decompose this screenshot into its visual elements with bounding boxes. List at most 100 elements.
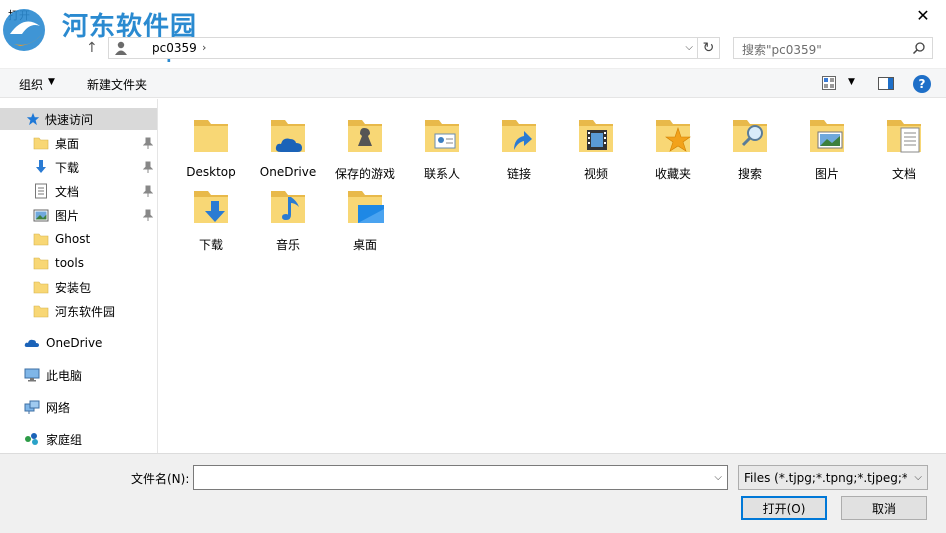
search-icon[interactable] <box>912 41 926 55</box>
nav-folder-item[interactable]: 河东软件园 <box>33 300 157 322</box>
folder-icon <box>33 281 49 294</box>
chevron-down-icon[interactable]: ⌵ <box>914 472 922 483</box>
nav-homegroup-label: 家庭组 <box>46 432 83 447</box>
nav-folder-label: 河东软件园 <box>55 304 116 319</box>
filetype-select[interactable]: Files (*.tjpg;*.tpng;*.tjpeg;*.tiff) ⌵ <box>738 465 928 490</box>
folder-icon <box>33 257 49 270</box>
nav-folder-item[interactable]: 安装包 <box>33 276 157 298</box>
document-icon <box>35 183 47 199</box>
folder-item-label: 图片 <box>814 167 839 181</box>
command-toolbar: 组织 ▼ 新建文件夹 ▼ ? <box>0 68 946 98</box>
search-box[interactable]: 搜索"pc0359" <box>733 37 933 59</box>
folder-item[interactable]: 音乐 <box>252 179 324 252</box>
links-folder-icon <box>502 120 536 152</box>
nav-pinned-item[interactable]: 文档 <box>33 180 157 202</box>
nav-quick-access[interactable]: 快速访问 <box>0 108 157 130</box>
nav-homegroup[interactable]: 家庭组 <box>24 428 157 450</box>
saved-games-folder-icon <box>348 120 382 152</box>
picture-icon <box>33 209 49 222</box>
onedrive-cloud-icon <box>24 339 39 347</box>
file-dialog-footer: 文件名(N): ⌵ Files (*.tjpg;*.tpng;*.tjpeg;*… <box>0 453 946 533</box>
folder-item[interactable]: 下载 <box>175 179 247 252</box>
network-icon <box>24 400 40 414</box>
close-button[interactable]: ✕ <box>900 0 946 30</box>
folder-item[interactable]: OneDrive <box>252 108 324 180</box>
folder-item[interactable]: 搜索 <box>714 108 786 181</box>
organize-dropdown-icon[interactable]: ▼ <box>48 77 55 87</box>
nav-network-label: 网络 <box>46 400 71 415</box>
folder-item[interactable]: 图片 <box>791 108 863 181</box>
folder-item[interactable]: 保存的游戏 <box>329 108 401 181</box>
folder-item[interactable]: 联系人 <box>406 108 478 181</box>
nav-folder-label: 安装包 <box>55 280 92 295</box>
pin-icon[interactable] <box>143 209 153 221</box>
nav-pinned-label: 下载 <box>55 160 80 175</box>
folder-icon <box>33 137 49 150</box>
address-path[interactable]: pc0359 <box>152 41 197 55</box>
desktop-folder-icon <box>348 191 384 223</box>
folder-item-label: 链接 <box>506 167 531 181</box>
view-dropdown-icon[interactable]: ▼ <box>848 77 855 87</box>
pin-icon[interactable] <box>143 185 153 197</box>
folder-item-label: 下载 <box>198 238 223 252</box>
nav-pinned-item[interactable]: 图片 <box>33 204 157 226</box>
search-input[interactable]: 搜索"pc0359" <box>742 41 822 58</box>
nav-onedrive-label: OneDrive <box>46 336 103 350</box>
computer-icon <box>24 368 40 382</box>
nav-network[interactable]: 网络 <box>24 396 157 418</box>
nav-pinned-item[interactable]: 桌面 <box>33 132 157 154</box>
preview-pane-icon[interactable] <box>878 77 894 90</box>
filename-input[interactable]: ⌵ <box>193 465 728 490</box>
nav-this-pc-label: 此电脑 <box>46 368 83 383</box>
folder-icon <box>33 305 49 318</box>
file-list: Desktop OneDrive 保存的游戏 联系人 链接 视频 收藏夹 搜索 … <box>159 99 946 453</box>
nav-folder-item[interactable]: Ghost <box>33 228 157 250</box>
nav-pinned-label: 图片 <box>55 208 80 223</box>
folder-item[interactable]: 文档 <box>868 108 940 181</box>
nav-this-pc[interactable]: 此电脑 <box>24 364 157 386</box>
chevron-down-icon[interactable]: ⌵ <box>685 42 693 53</box>
onedrive-folder-icon <box>271 120 305 152</box>
music-folder-icon <box>271 191 305 223</box>
folder-item-label: 搜索 <box>737 167 762 181</box>
folder-item-label: Desktop <box>186 165 236 179</box>
folder-item-label: 文档 <box>891 167 916 181</box>
refresh-icon[interactable]: ↻ <box>698 37 720 59</box>
pin-icon[interactable] <box>143 137 153 149</box>
filetype-value[interactable]: Files (*.tjpg;*.tpng;*.tjpeg;*.tiff) <box>744 471 907 485</box>
help-icon[interactable]: ? <box>913 75 931 93</box>
pin-icon[interactable] <box>143 161 153 173</box>
watermark-logo <box>3 9 45 51</box>
new-folder-button[interactable]: 新建文件夹 <box>87 76 147 93</box>
search-folder-icon <box>733 120 767 152</box>
cancel-button[interactable]: 取消 <box>841 496 927 520</box>
star-icon <box>26 112 40 126</box>
folder-item[interactable]: 链接 <box>483 108 555 181</box>
address-bar[interactable]: pc0359 › ⌵ <box>108 37 698 59</box>
folder-item[interactable]: 桌面 <box>329 179 401 252</box>
folder-item-label: OneDrive <box>259 165 317 179</box>
nav-onedrive[interactable]: OneDrive <box>24 332 157 354</box>
folder-item-label: 桌面 <box>352 238 377 252</box>
nav-pinned-item[interactable]: 下载 <box>33 156 157 178</box>
video-folder-icon <box>579 120 613 152</box>
contacts-folder-icon <box>425 120 459 152</box>
nav-pinned-label: 桌面 <box>55 136 80 151</box>
view-options-icon[interactable] <box>822 76 836 90</box>
folder-icon <box>33 233 49 246</box>
up-arrow-icon[interactable]: ↑ <box>86 40 98 56</box>
chevron-down-icon[interactable]: ⌵ <box>714 472 722 483</box>
nav-folder-item[interactable]: tools <box>33 252 157 274</box>
filename-label: 文件名(N): <box>131 472 190 486</box>
open-button[interactable]: 打开(O) <box>741 496 827 520</box>
folder-item[interactable]: 视频 <box>560 108 632 181</box>
organize-button[interactable]: 组织 <box>19 76 43 93</box>
breadcrumb-chevron-icon[interactable]: › <box>202 41 206 54</box>
folder-item[interactable]: Desktop <box>175 108 247 180</box>
user-folder-icon <box>115 41 127 55</box>
nav-pinned-label: 文档 <box>55 184 80 199</box>
folder-item-label: 音乐 <box>275 238 300 252</box>
folder-item[interactable]: 收藏夹 <box>637 108 709 181</box>
download-icon <box>36 160 46 173</box>
nav-quick-access-label: 快速访问 <box>45 112 94 127</box>
